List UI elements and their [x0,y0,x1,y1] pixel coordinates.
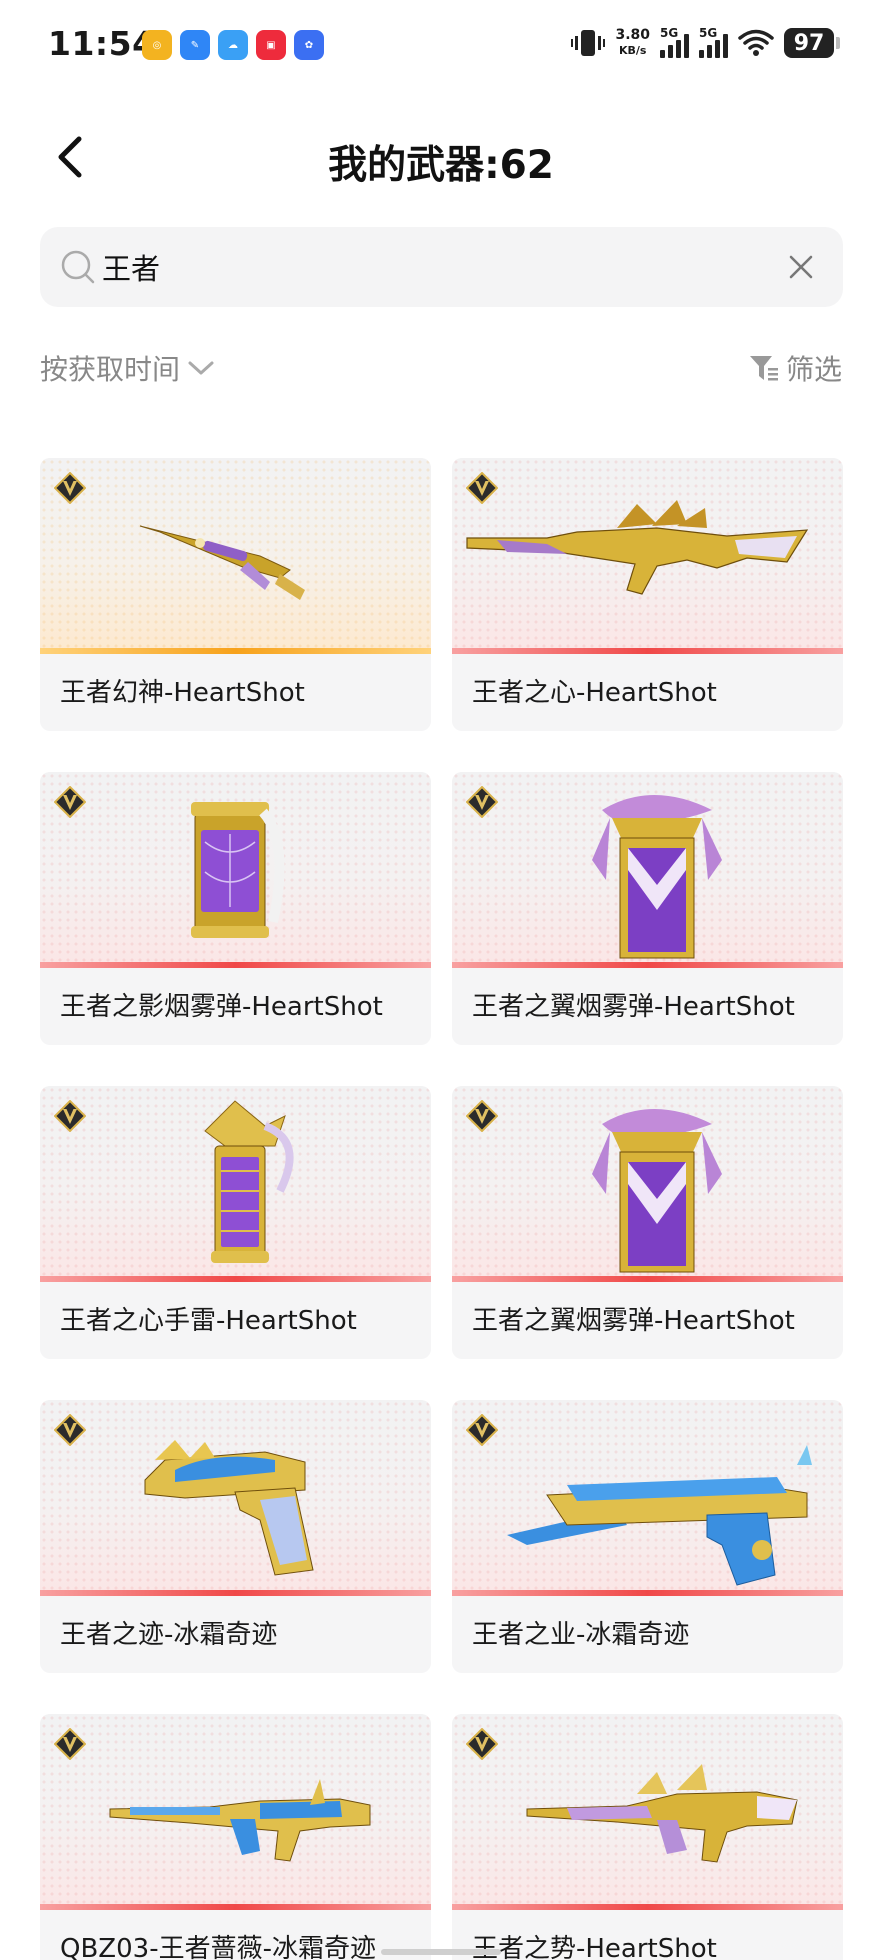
rarity-bar [40,1904,431,1910]
weapon-name: 王者之翼烟雾弹-HeartShot [472,1306,795,1336]
header: 我的武器:62 [0,110,882,206]
rarity-bar [40,962,431,968]
sort-label: 按获取时间 [40,353,181,386]
rarity-bar [40,1276,431,1282]
weapon-grid: 王者幻神-HeartShot 王者之心-HeartShot 王者之影烟雾弹-He [40,458,843,1960]
sort-dropdown[interactable]: 按获取时间 [40,348,216,388]
network-speed: 3.80 KB/s [615,27,650,58]
weapon-card[interactable]: 王者之翼烟雾弹-HeartShot [452,1086,843,1359]
weapon-name: 王者幻神-HeartShot [60,678,305,708]
search-input[interactable] [102,237,742,297]
app-notification-icon: ◎ [142,30,172,60]
weapon-image-area [40,1400,431,1593]
weapon-card[interactable]: 王者之心-HeartShot [452,458,843,731]
weapon-card[interactable]: QBZ03-王者蔷薇-冰霜奇迹 [40,1714,431,1960]
weapon-image-area [40,458,431,651]
battery-indicator: 97 [784,28,840,58]
clock: 11:54 [48,24,156,63]
weapon-image [144,1440,314,1576]
app-notification-icon: ✎ [180,30,210,60]
chevron-down-icon [188,361,214,375]
filter-button[interactable]: 筛选 [748,348,842,388]
page-title: 我的武器:62 [328,143,554,188]
weapon-image [466,500,809,595]
status-bar: 11:54 ◎ ✎ ☁ ▣ ✿ 3.80 KB/s 5G 5G 97 [0,0,882,92]
weapon-image [592,1109,722,1273]
weapon-image-area [40,1086,431,1279]
system-status: 3.80 KB/s 5G 5G 97 [571,26,840,58]
weapon-image-area [40,1714,431,1907]
rarity-bar [452,962,843,968]
weapon-image [109,1779,371,1862]
notification-icons: ◎ ✎ ☁ ▣ ✿ [142,30,324,60]
weapon-name: 王者之翼烟雾弹-HeartShot [472,992,795,1022]
weapon-image [139,525,305,600]
weapon-image [507,1445,812,1586]
rarity-bar [452,648,843,654]
rarity-bar [452,1904,843,1910]
weapon-image-area [452,772,843,965]
weapon-card[interactable]: 王者幻神-HeartShot [40,458,431,731]
weapon-name: 王者之影烟雾弹-HeartShot [60,992,383,1022]
weapon-image-area [452,1400,843,1593]
app-notification-icon: ☁ [218,30,248,60]
home-indicator [381,1949,501,1955]
filter-label: 筛选 [785,353,842,386]
rarity-bar [40,1590,431,1596]
weapon-card[interactable]: 王者之影烟雾弹-HeartShot [40,772,431,1045]
weapon-image [526,1764,798,1863]
weapon-image-area [452,1086,843,1279]
weapon-name: QBZ03-王者蔷薇-冰霜奇迹 [60,1934,376,1960]
filter-icon [749,356,778,381]
weapon-name: 王者之迹-冰霜奇迹 [60,1620,278,1650]
weapon-card[interactable]: 王者之翼烟雾弹-HeartShot [452,772,843,1045]
weapon-card[interactable]: 王者之业-冰霜奇迹 [452,1400,843,1673]
weapon-image-area [40,772,431,965]
search-bar[interactable] [40,227,843,307]
close-icon [789,255,813,279]
weapon-image [592,795,722,959]
search-icon [61,250,95,284]
rarity-bar [40,648,431,654]
weapon-name: 王者之心-HeartShot [472,678,717,708]
weapon-card[interactable]: 王者之迹-冰霜奇迹 [40,1400,431,1673]
rarity-bar [452,1276,843,1282]
vibrate-icon [571,30,606,56]
weapon-image-area [452,458,843,651]
clear-search-button[interactable] [777,243,825,291]
weapon-image [204,1100,294,1263]
weapon-image [191,802,285,938]
weapon-name: 王者之业-冰霜奇迹 [472,1620,690,1650]
rarity-bar [452,1590,843,1596]
weapon-card[interactable]: 王者之心手雷-HeartShot [40,1086,431,1359]
weapon-card[interactable]: 王者之势-HeartShot [452,1714,843,1960]
weapon-name: 王者之心手雷-HeartShot [60,1306,357,1336]
app-notification-icon: ▣ [256,30,286,60]
signal-icon: 5G [699,26,728,58]
signal-icon: 5G [660,26,689,58]
weapon-image-area [452,1714,843,1907]
weapon-name: 王者之势-HeartShot [472,1934,717,1960]
app-notification-icon: ✿ [294,30,324,60]
wifi-icon [738,29,774,56]
